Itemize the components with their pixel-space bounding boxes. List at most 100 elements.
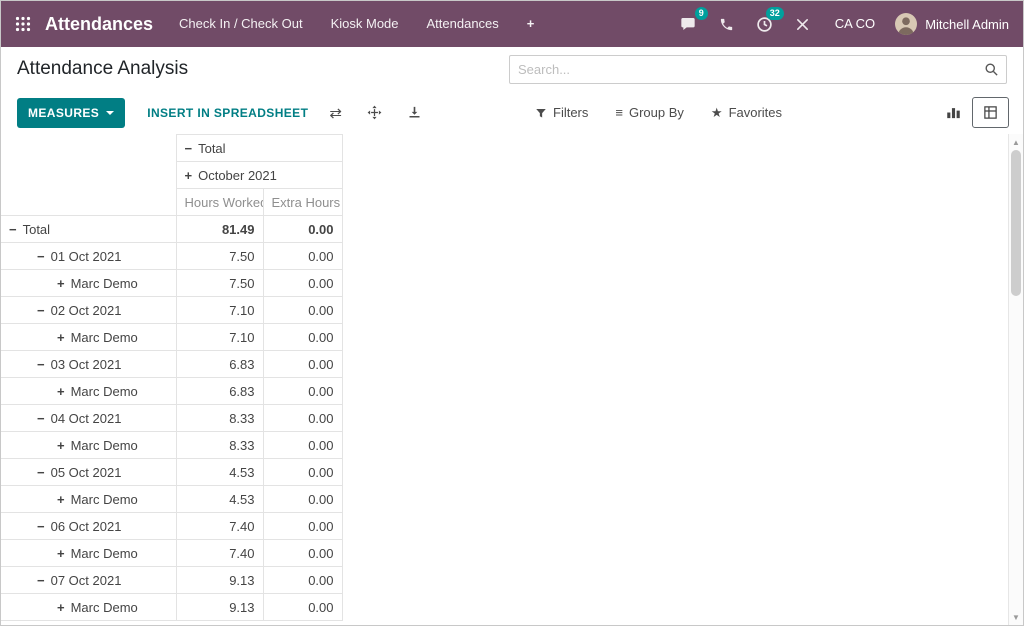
collapse-icon[interactable]: − — [37, 573, 45, 588]
pivot-cell[interactable]: 7.40 — [176, 540, 263, 567]
pivot-row-header[interactable]: −05 Oct 2021 — [1, 459, 176, 486]
pivot-row-header[interactable]: −02 Oct 2021 — [1, 297, 176, 324]
pivot-cell[interactable]: 7.10 — [176, 297, 263, 324]
collapse-icon[interactable]: − — [37, 411, 45, 426]
collapse-icon[interactable]: − — [37, 519, 45, 534]
group-by-label: Group By — [629, 105, 684, 120]
pivot-row-header[interactable]: −03 Oct 2021 — [1, 351, 176, 378]
pivot-measure-extra-hours[interactable]: Extra Hours — [263, 189, 342, 216]
pivot-cell[interactable]: 4.53 — [176, 486, 263, 513]
pivot-cell[interactable]: 0.00 — [263, 405, 342, 432]
insert-in-spreadsheet-button[interactable]: INSERT IN SPREADSHEET — [147, 106, 308, 120]
pivot-row-header[interactable]: −07 Oct 2021 — [1, 567, 176, 594]
pivot-col-header-october-2021[interactable]: +October 2021 — [176, 162, 342, 189]
app-title[interactable]: Attendances — [43, 14, 165, 35]
pivot-cell[interactable]: 7.50 — [176, 270, 263, 297]
pivot-cell[interactable]: 0.00 — [263, 243, 342, 270]
group-by-button[interactable]: ≡ Group By — [615, 105, 684, 120]
pivot-cell[interactable]: 0.00 — [263, 351, 342, 378]
pivot-cell[interactable]: 7.40 — [176, 513, 263, 540]
tools-button[interactable] — [784, 1, 821, 47]
pivot-cell[interactable]: 0.00 — [263, 567, 342, 594]
pivot-row-header[interactable]: −Total — [1, 216, 176, 243]
search-box[interactable] — [509, 55, 1007, 84]
vertical-scrollbar[interactable]: ▲ ▼ — [1008, 134, 1023, 625]
menu-kiosk-mode[interactable]: Kiosk Mode — [317, 1, 413, 47]
measures-button[interactable]: MEASURES — [17, 98, 125, 128]
expand-icon[interactable]: + — [57, 276, 65, 291]
collapse-icon[interactable]: − — [185, 141, 193, 156]
collapse-icon[interactable]: − — [9, 222, 17, 237]
messages-button[interactable]: 9 — [668, 1, 708, 47]
pivot-cell[interactable]: 7.10 — [176, 324, 263, 351]
collapse-icon[interactable]: − — [37, 357, 45, 372]
search-input[interactable] — [510, 62, 1006, 77]
expand-icon[interactable]: + — [57, 330, 65, 345]
pivot-cell[interactable]: 0.00 — [263, 513, 342, 540]
pivot-cell[interactable]: 6.83 — [176, 351, 263, 378]
pivot-cell[interactable]: 0.00 — [263, 378, 342, 405]
pivot-cell[interactable]: 0.00 — [263, 216, 342, 243]
pivot-cell[interactable]: 0.00 — [263, 486, 342, 513]
pivot-col-header-total[interactable]: −Total — [176, 135, 342, 162]
pivot-row-header[interactable]: +Marc Demo — [1, 270, 176, 297]
pivot-cell[interactable]: 0.00 — [263, 459, 342, 486]
expand-icon[interactable]: + — [57, 492, 65, 507]
pivot-row-header[interactable]: −04 Oct 2021 — [1, 405, 176, 432]
expand-icon[interactable]: + — [57, 600, 65, 615]
pivot-cell[interactable]: 8.33 — [176, 405, 263, 432]
activities-button[interactable]: 32 — [745, 1, 784, 47]
pivot-row-header[interactable]: −06 Oct 2021 — [1, 513, 176, 540]
download-button[interactable] — [403, 101, 426, 124]
pivot-row-header[interactable]: +Marc Demo — [1, 540, 176, 567]
filters-button[interactable]: Filters — [535, 105, 588, 120]
expand-icon[interactable]: + — [57, 438, 65, 453]
search-icon[interactable] — [984, 62, 999, 77]
menu-attendances[interactable]: Attendances — [413, 1, 513, 47]
pivot-cell[interactable]: 8.33 — [176, 432, 263, 459]
pivot-row-header[interactable]: +Marc Demo — [1, 378, 176, 405]
graph-view-button[interactable] — [935, 97, 972, 128]
pivot-row-header[interactable]: +Marc Demo — [1, 594, 176, 621]
expand-icon[interactable]: + — [185, 168, 193, 183]
pivot-cell[interactable]: 0.00 — [263, 432, 342, 459]
flip-axis-button[interactable]: ⇄ — [325, 100, 346, 126]
menu-check-in-check-out[interactable]: Check In / Check Out — [165, 1, 317, 47]
pivot-row-header[interactable]: +Marc Demo — [1, 324, 176, 351]
pivot-cell[interactable]: 9.13 — [176, 567, 263, 594]
pivot-cell[interactable]: 7.50 — [176, 243, 263, 270]
pivot-cell[interactable]: 0.00 — [263, 297, 342, 324]
pivot-corner — [1, 135, 176, 216]
phone-button[interactable] — [708, 1, 745, 47]
favorites-button[interactable]: ★ Favorites — [711, 105, 782, 121]
company-switcher[interactable]: CA CO — [821, 1, 889, 47]
apps-menu-button[interactable] — [1, 1, 43, 47]
pivot-cell[interactable]: 0.00 — [263, 540, 342, 567]
expand-icon[interactable]: + — [57, 384, 65, 399]
systray: 9 32 CA CO — [668, 1, 1023, 47]
pivot-cell[interactable]: 0.00 — [263, 270, 342, 297]
collapse-icon[interactable]: − — [37, 465, 45, 480]
collapse-icon[interactable]: − — [37, 303, 45, 318]
user-name: Mitchell Admin — [925, 17, 1009, 32]
scroll-up-arrow[interactable]: ▲ — [1009, 135, 1023, 149]
pivot-row-header[interactable]: +Marc Demo — [1, 486, 176, 513]
pivot-row-header[interactable]: +Marc Demo — [1, 432, 176, 459]
pivot-cell[interactable]: 0.00 — [263, 324, 342, 351]
expand-all-button[interactable] — [363, 101, 386, 124]
menu-plus-button[interactable]: + — [513, 1, 549, 47]
pivot-cell[interactable]: 9.13 — [176, 594, 263, 621]
pivot-cell[interactable]: 81.49 — [176, 216, 263, 243]
user-menu[interactable]: Mitchell Admin — [889, 13, 1023, 35]
scrollbar-thumb[interactable] — [1011, 150, 1021, 296]
pivot-view-button[interactable] — [972, 97, 1009, 128]
collapse-icon[interactable]: − — [37, 249, 45, 264]
pivot-measure-hours-worked[interactable]: Hours Worked — [176, 189, 263, 216]
scroll-down-arrow[interactable]: ▼ — [1009, 610, 1023, 624]
pivot-row-header[interactable]: −01 Oct 2021 — [1, 243, 176, 270]
activities-badge: 32 — [766, 7, 784, 20]
pivot-cell[interactable]: 6.83 — [176, 378, 263, 405]
pivot-cell[interactable]: 4.53 — [176, 459, 263, 486]
pivot-cell[interactable]: 0.00 — [263, 594, 342, 621]
expand-icon[interactable]: + — [57, 546, 65, 561]
